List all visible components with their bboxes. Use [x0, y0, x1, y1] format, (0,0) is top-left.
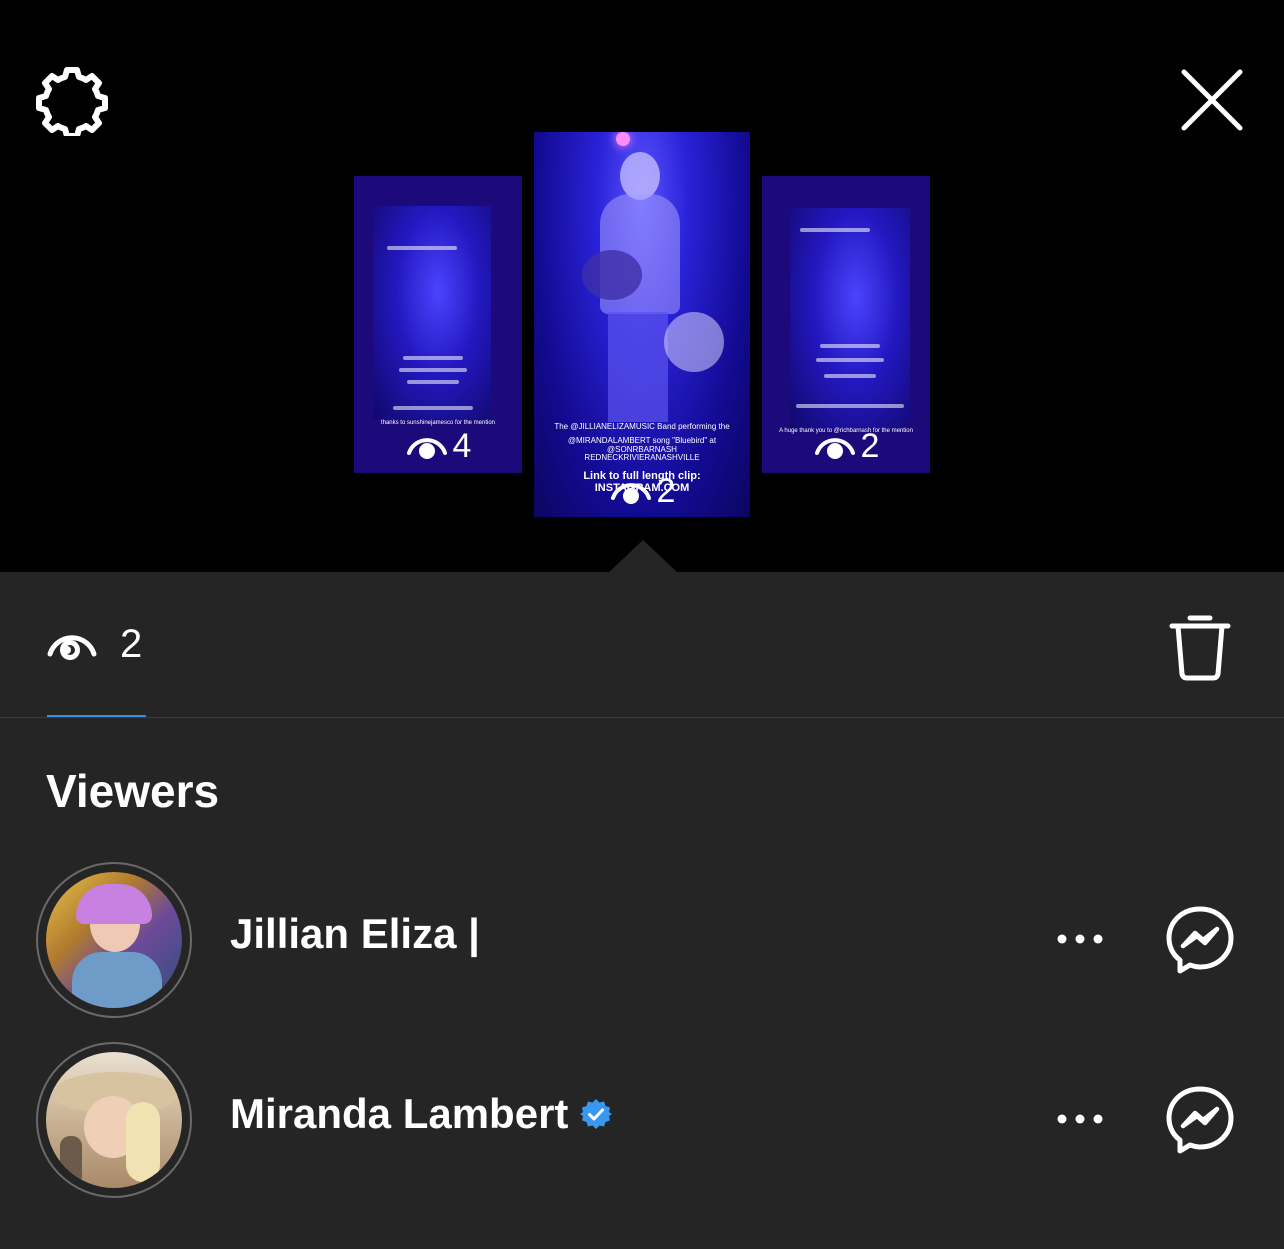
viewer-name-text: Miranda Lambert [230, 1090, 569, 1137]
reshared-story-image [790, 208, 910, 430]
messenger-icon[interactable] [1164, 904, 1236, 976]
story-caption-line1: The @JILLIANELIZAMUSIC Band performing t… [554, 422, 730, 431]
avatar-hair [126, 1102, 160, 1182]
more-options-icon[interactable] [1050, 924, 1110, 954]
viewer-row: Miranda Lambert [0, 1042, 1284, 1198]
verified-badge-icon [580, 1099, 613, 1129]
viewer-name-text: Jillian Eliza | [230, 910, 480, 957]
viewer-row: Jillian Eliza | [0, 862, 1284, 1018]
messenger-icon[interactable] [1164, 1084, 1236, 1156]
story-view-count: 4 [354, 429, 522, 463]
mini-text-line [816, 358, 884, 362]
selection-pointer [607, 540, 679, 574]
stage-light [616, 132, 630, 146]
avatar[interactable] [36, 1042, 192, 1198]
reshared-story-image [373, 206, 491, 419]
avatar-hair [76, 884, 152, 924]
tab-views[interactable]: 2 [46, 622, 142, 667]
drum-shape [664, 312, 724, 372]
mini-text-line [403, 356, 463, 360]
mini-text-line [399, 368, 467, 372]
story-thumbnail-left[interactable]: thanks to sunshinejamesco for the mentio… [354, 176, 522, 473]
eye-icon [47, 634, 97, 660]
mini-text-line [820, 344, 880, 348]
mini-text-line [796, 404, 904, 408]
view-count-number: 2 [656, 472, 676, 510]
close-icon[interactable] [1176, 64, 1248, 136]
guitar-shape [582, 250, 642, 300]
viewer-name[interactable]: Jillian Eliza | [230, 910, 480, 958]
story-caption: thanks to sunshinejamesco for the mentio… [380, 420, 496, 426]
story-thumbnail-right[interactable]: A huge thank you to @richbarnash for the… [762, 176, 930, 473]
avatar-arm [60, 1136, 82, 1186]
total-view-count: 2 [120, 622, 143, 666]
story-view-count: 2 [762, 429, 930, 463]
viewer-name[interactable]: Miranda Lambert [230, 1090, 613, 1138]
eye-icon [610, 483, 651, 504]
performer-legs [608, 312, 668, 422]
avatar-jacket [72, 952, 162, 1008]
mini-text-line [824, 374, 876, 378]
more-options-icon[interactable] [1050, 1104, 1110, 1134]
story-view-count: 2 [534, 474, 750, 508]
view-count-number: 4 [452, 427, 472, 465]
mini-text-line [393, 406, 473, 410]
active-tab-indicator [47, 715, 146, 717]
trash-icon[interactable] [1166, 610, 1234, 682]
avatar-image [46, 872, 182, 1008]
avatar[interactable] [36, 862, 192, 1018]
story-preview-area: thanks to sunshinejamesco for the mentio… [0, 0, 1284, 574]
view-count-number: 2 [860, 427, 880, 465]
story-thumbnail-selected[interactable]: The @JILLIANELIZAMUSIC Band performing t… [534, 132, 750, 517]
avatar-image [46, 1052, 182, 1188]
mini-text-line [407, 380, 459, 384]
story-caption-line2: @MIRANDALAMBERT song "Bluebird" at @SONR… [567, 436, 717, 454]
viewers-heading: Viewers [46, 765, 220, 817]
summary-bar: 2 [0, 572, 1284, 718]
gear-icon[interactable] [36, 64, 108, 136]
performer-head [620, 152, 660, 200]
mini-text-line [800, 228, 870, 232]
story-location-tag: REDNECKRIVIERANASHVILLE [584, 453, 700, 462]
viewers-panel: 2 Viewers Jillian Eliza | Miranda Lamber… [0, 572, 1284, 1249]
mini-text-line [387, 246, 457, 250]
eye-icon [814, 438, 855, 459]
eye-icon [406, 438, 447, 459]
